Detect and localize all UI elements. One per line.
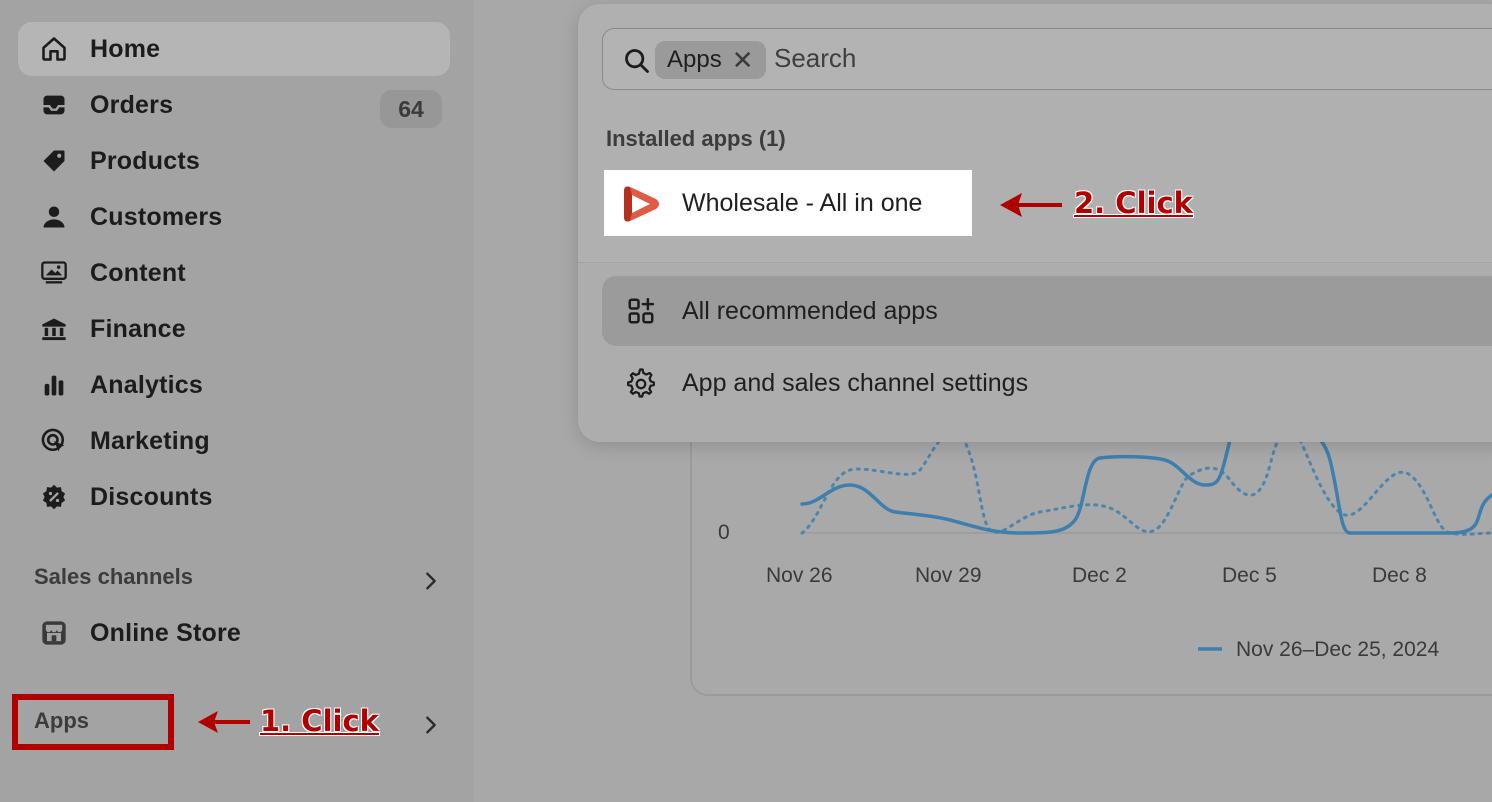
annotation-highlight-box <box>12 694 174 750</box>
bank-icon <box>40 315 68 343</box>
x-tick-label: Dec 8 <box>1372 564 1427 587</box>
app-settings-item[interactable]: App and sales channel settings <box>602 348 1492 418</box>
home-icon <box>40 35 68 63</box>
gear-icon <box>627 368 656 398</box>
comparison-series-line <box>800 427 1492 536</box>
sidebar-item-label: Discounts <box>90 482 213 511</box>
x-tick-label: Nov 29 <box>915 564 982 587</box>
bar-chart-icon <box>40 371 68 399</box>
image-icon <box>40 259 68 287</box>
sidebar-item-marketing[interactable]: Marketing <box>18 414 450 468</box>
sidebar-item-label: Products <box>90 146 200 175</box>
discount-icon <box>40 483 68 511</box>
sidebar-item-online-store[interactable]: Online Store <box>18 606 450 660</box>
chevron-right-icon[interactable] <box>420 570 442 592</box>
wholesale-app-logo-icon <box>624 186 659 222</box>
legend-label: Nov 26–Dec 25, 2024 <box>1236 638 1439 661</box>
x-tick-label: Nov 26 <box>766 564 833 587</box>
sidebar-item-label: Content <box>90 258 186 287</box>
sidebar-item-content[interactable]: Content <box>18 246 450 300</box>
app-settings-label: App and sales channel settings <box>682 368 1029 397</box>
sidebar-item-label: Customers <box>90 202 223 231</box>
tag-icon <box>40 147 68 175</box>
sidebar-item-products[interactable]: Products <box>18 134 450 188</box>
apps-grid-plus-icon <box>628 297 655 324</box>
close-icon[interactable]: ✕ <box>732 47 754 73</box>
x-tick-label: Dec 5 <box>1222 564 1277 587</box>
installed-app-name: Wholesale - All in one <box>682 188 923 217</box>
sidebar-item-label: Online Store <box>90 618 242 647</box>
sidebar-item-label: Home <box>90 34 161 63</box>
search-icon <box>625 49 649 73</box>
filter-chip-label: Apps <box>667 46 722 73</box>
sidebar-item-home[interactable]: Home <box>18 22 450 76</box>
annotation-arrow-icon <box>1000 193 1062 217</box>
sidebar: Home Orders 64 Products Customers Conten… <box>0 0 474 802</box>
annotation-step2: 2. Click <box>1074 186 1193 220</box>
search-filter-chip[interactable]: Apps ✕ <box>655 41 766 79</box>
annotation-arrow-icon <box>198 711 250 733</box>
sidebar-item-analytics[interactable]: Analytics <box>18 358 450 412</box>
sidebar-item-finance[interactable]: Finance <box>18 302 450 356</box>
sidebar-item-orders[interactable]: Orders 64 <box>18 78 450 132</box>
x-tick-label: Dec 2 <box>1072 564 1127 587</box>
sidebar-item-discounts[interactable]: Discounts <box>18 470 450 524</box>
sales-channels-title[interactable]: Sales channels <box>34 564 193 590</box>
installed-apps-heading: Installed apps (1) <box>606 126 786 151</box>
sidebar-item-label: Analytics <box>90 370 203 399</box>
annotation-step1: 1. Click <box>260 704 379 738</box>
installed-app-wholesale[interactable]: Wholesale - All in one <box>604 170 972 236</box>
sidebar-item-label: Orders <box>90 90 174 119</box>
inbox-icon <box>40 91 68 119</box>
recommended-apps-label: All recommended apps <box>682 296 938 325</box>
all-recommended-apps-item[interactable]: All recommended apps <box>602 276 1492 346</box>
target-icon <box>40 427 68 455</box>
search-placeholder[interactable]: Search <box>774 43 856 74</box>
sidebar-item-customers[interactable]: Customers <box>18 190 450 244</box>
y-tick-label: 0 <box>718 521 730 544</box>
sidebar-item-label: Finance <box>90 314 186 343</box>
person-icon <box>40 203 68 231</box>
chevron-right-icon[interactable] <box>420 714 442 736</box>
search-input[interactable]: Apps ✕ Search <box>602 28 1492 90</box>
store-icon <box>40 619 68 647</box>
apps-search-popover: Apps ✕ Search Installed apps (1) Wholesa… <box>578 4 1492 442</box>
orders-count-badge: 64 <box>380 90 442 128</box>
sidebar-item-label: Marketing <box>90 426 210 455</box>
